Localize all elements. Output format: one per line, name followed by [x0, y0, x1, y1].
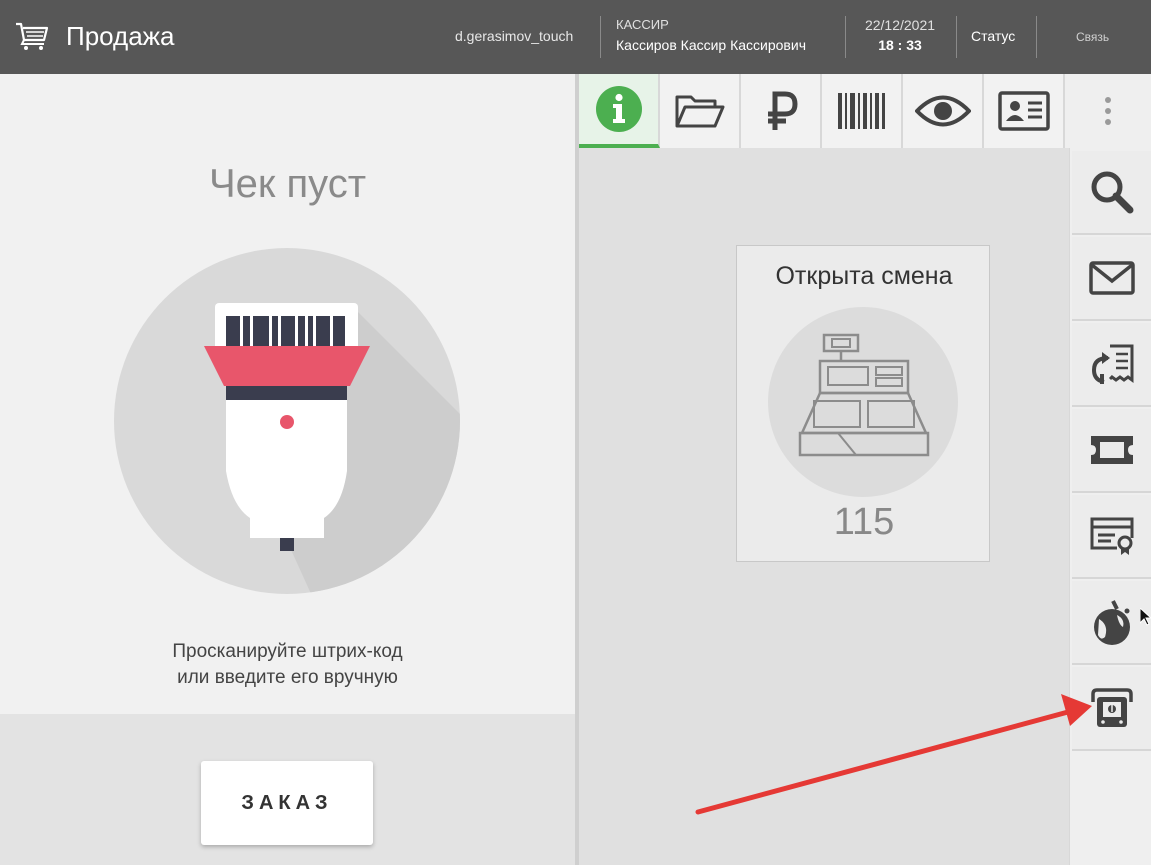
page-title: Продажа — [66, 21, 175, 51]
receipt-footer: ЗАКАЗ — [0, 714, 575, 865]
cashier-name: Кассиров Кассир Кассирович — [616, 37, 806, 53]
info-content: Открыта смена 115 — [579, 148, 1069, 865]
tab-payments[interactable] — [741, 74, 822, 148]
scan-hint: Просканируйте штрих-код или введите его … — [0, 639, 575, 691]
user-role: КАССИР — [616, 17, 669, 32]
shift-label: Открыта смена — [775, 262, 953, 290]
search-icon — [1091, 171, 1134, 214]
current-date: 22/12/2021 — [864, 17, 936, 33]
status-button[interactable]: Статус — [971, 28, 1015, 44]
scan-hint-line2: или введите его вручную — [177, 667, 398, 688]
tab-barcode[interactable] — [822, 74, 903, 148]
sidebar-item-certificate[interactable] — [1072, 495, 1151, 579]
tab-documents[interactable] — [660, 74, 741, 148]
certificate-icon — [1090, 517, 1134, 555]
folder-open-icon — [675, 95, 724, 128]
open-shift-card[interactable]: Открыта смена 115 — [736, 245, 990, 562]
tab-view[interactable] — [903, 74, 984, 148]
header-divider — [1036, 16, 1037, 58]
barcode-icon — [837, 93, 885, 129]
order-button[interactable]: ЗАКАЗ — [201, 761, 373, 845]
header-divider — [956, 16, 957, 58]
right-sidebar — [1069, 148, 1151, 865]
user-login: d.gerasimov_touch — [455, 28, 574, 44]
tab-more[interactable] — [1065, 74, 1151, 148]
receipt-return-icon — [1091, 344, 1134, 384]
envelope-icon — [1089, 261, 1135, 295]
shopping-cart-icon — [16, 22, 49, 50]
current-time: 18 : 33 — [878, 37, 922, 53]
function-tabs — [579, 74, 1151, 148]
connection-button[interactable]: Связь — [1076, 30, 1109, 44]
cash-register-icon — [768, 307, 958, 497]
receipt-empty-title: Чек пуст — [208, 162, 367, 206]
ruble-icon — [767, 91, 798, 130]
mouse-cursor-icon — [1140, 608, 1151, 626]
loyalty-icon — [1094, 600, 1130, 645]
id-card-icon — [997, 91, 1050, 131]
eye-icon — [914, 95, 971, 127]
cash-drawer-icon — [1091, 688, 1133, 727]
receipt-panel: Чек пуст Просканируйте штрих-код или вве… — [0, 74, 575, 714]
scan-hint-line1: Просканируйте штрих-код — [172, 641, 403, 662]
shift-number: 115 — [833, 501, 895, 543]
barcode-scanner-illustration — [114, 248, 460, 594]
header-divider — [600, 16, 601, 58]
sidebar-item-ticket[interactable] — [1072, 409, 1151, 493]
more-vertical-icon — [1105, 97, 1111, 125]
sidebar-item-return[interactable] — [1072, 323, 1151, 407]
sidebar-item-search[interactable] — [1072, 151, 1151, 235]
tab-info[interactable] — [579, 74, 660, 148]
info-icon — [595, 86, 642, 132]
sidebar-item-cash-drawer[interactable] — [1072, 667, 1151, 751]
header-divider — [845, 16, 846, 58]
tab-client-card[interactable] — [984, 74, 1065, 148]
sidebar-item-message[interactable] — [1072, 237, 1151, 321]
ticket-icon — [1091, 436, 1133, 464]
top-bar: Продажа d.gerasimov_touch КАССИР Кассиро… — [0, 0, 1151, 74]
